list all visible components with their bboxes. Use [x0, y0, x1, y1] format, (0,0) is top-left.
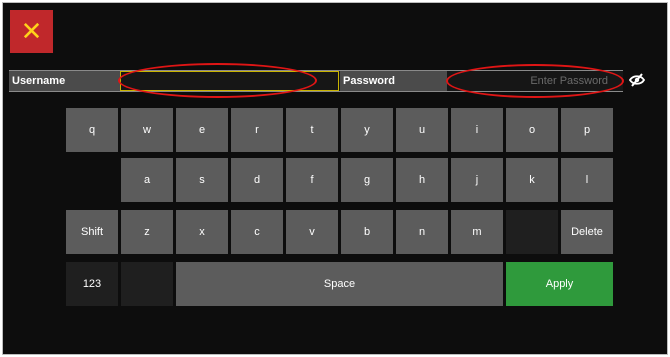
key-i[interactable]: i [451, 108, 503, 152]
key-h[interactable]: h [396, 158, 448, 202]
key-k[interactable]: k [506, 158, 558, 202]
key-x[interactable]: x [176, 210, 228, 254]
key-e[interactable]: e [176, 108, 228, 152]
key-q[interactable]: q [66, 108, 118, 152]
key-l[interactable]: l [561, 158, 613, 202]
key-u[interactable]: u [396, 108, 448, 152]
key-t[interactable]: t [286, 108, 338, 152]
key-space[interactable]: Space [176, 262, 503, 306]
key-d[interactable]: d [231, 158, 283, 202]
key-blank[interactable] [506, 210, 558, 254]
key-r[interactable]: r [231, 108, 283, 152]
apply-button[interactable]: Apply [506, 262, 613, 306]
close-icon: ✕ [20, 16, 43, 46]
key-p[interactable]: p [561, 108, 613, 152]
key-n[interactable]: n [396, 210, 448, 254]
key-delete[interactable]: Delete [561, 210, 613, 254]
annotation-oval-password [446, 64, 624, 98]
eye-off-icon[interactable] [629, 72, 645, 88]
key-shift[interactable]: Shift [66, 210, 118, 254]
key-m[interactable]: m [451, 210, 503, 254]
annotation-oval-username [118, 63, 317, 98]
key-j[interactable]: j [451, 158, 503, 202]
username-label: Username [9, 71, 120, 91]
key-w[interactable]: w [121, 108, 173, 152]
key-v[interactable]: v [286, 210, 338, 254]
key-b[interactable]: b [341, 210, 393, 254]
key-a[interactable]: a [121, 158, 173, 202]
key-123[interactable]: 123 [66, 262, 118, 306]
key-f[interactable]: f [286, 158, 338, 202]
close-button[interactable]: ✕ [10, 10, 53, 53]
password-label: Password [340, 71, 447, 91]
key-c[interactable]: c [231, 210, 283, 254]
key-s[interactable]: s [176, 158, 228, 202]
key-g[interactable]: g [341, 158, 393, 202]
key-z[interactable]: z [121, 210, 173, 254]
key-y[interactable]: y [341, 108, 393, 152]
key-o[interactable]: o [506, 108, 558, 152]
key-blank-left[interactable] [121, 262, 173, 306]
